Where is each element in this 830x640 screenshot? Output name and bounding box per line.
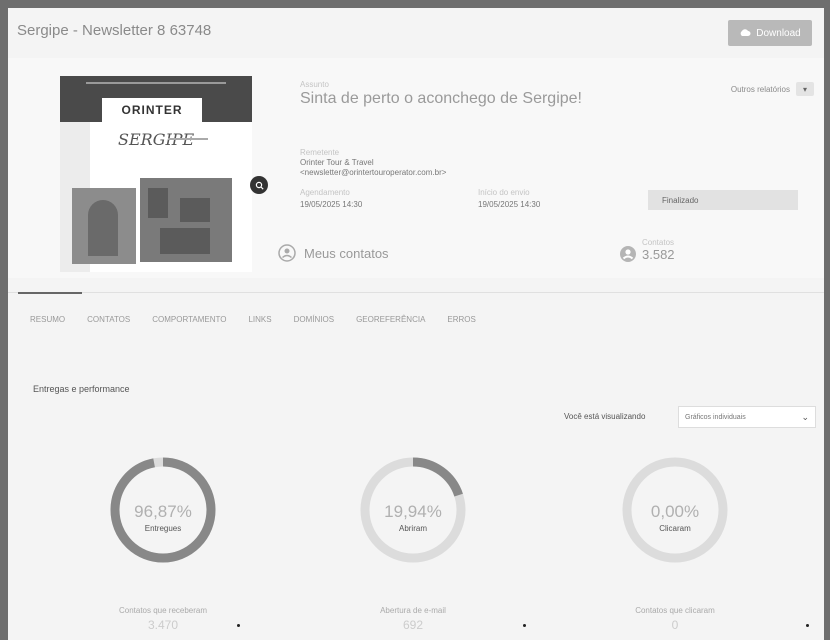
view-mode-value: Gráficos individuais (685, 413, 746, 421)
contact-list-name: Meus contatos (304, 245, 389, 261)
thumb-photo-market (140, 178, 232, 262)
recipients-count: 3.582 (620, 246, 675, 262)
page-title: Sergipe - Newsletter 8 63748 (17, 22, 212, 39)
opened-footer-value: 692 (402, 618, 424, 632)
clicked-footer-label: Contatos que clicaram (635, 606, 715, 615)
thumb-photo-church (72, 188, 136, 264)
tab-dominios[interactable]: DOMÍNIOS (294, 293, 334, 347)
clicked-footer-value: 0 (671, 618, 679, 632)
download-label: Download (756, 27, 801, 39)
metric-opened: 19,94% Abriram Abertura de e-mail 692 (343, 456, 483, 632)
sent-label: Início do envio (478, 188, 530, 197)
info-dot[interactable] (523, 624, 526, 627)
tab-links[interactable]: LINKS (248, 293, 271, 347)
sent-value: 19/05/2025 14:30 (478, 200, 541, 209)
report-page: Sergipe - Newsletter 8 63748 Download OR… (8, 8, 824, 640)
opened-footer-label: Abertura de e-mail (380, 606, 446, 615)
recipients-value: 3.582 (642, 246, 675, 262)
status-badge: Finalizado (648, 190, 798, 210)
clicked-label: Clicaram (659, 524, 691, 533)
tab-erros[interactable]: ERROS (447, 293, 475, 347)
view-mode-select[interactable]: Gráficos individuais ⌄ (678, 406, 816, 428)
thumb-tagline (168, 138, 208, 140)
zoom-preview-button[interactable] (250, 176, 268, 194)
section-title: Entregas e performance (33, 384, 130, 394)
delivered-label: Entregues (144, 524, 182, 533)
chevron-down-icon: ▾ (796, 82, 814, 96)
opened-label: Abriram (398, 524, 427, 533)
sender-label: Remetente (300, 148, 340, 157)
sender-name: Orinter Tour & Travel (300, 158, 374, 167)
thumb-header-text (86, 82, 226, 84)
scheduled-label: Agendamento (300, 188, 350, 197)
user-icon (620, 246, 636, 262)
email-subject: Sinta de perto o aconchego de Sergipe! (300, 90, 582, 107)
orinter-logo: ORINTER (102, 98, 202, 122)
subject-label: Assunto (300, 80, 329, 89)
delivered-footer-value: 3.470 (147, 618, 179, 632)
cloud-download-icon (740, 29, 751, 36)
scheduled-value: 19/05/2025 14:30 (300, 200, 363, 209)
contact-list: Meus contatos (278, 244, 389, 262)
info-dot[interactable] (806, 624, 809, 627)
opened-percent: 19,94% (384, 502, 442, 521)
clicked-percent: 0,00% (650, 502, 700, 521)
metric-clicked: 0,00% Clicaram Contatos que clicaram 0 (605, 456, 745, 632)
other-reports-dropdown[interactable]: Outros relatórios ▾ (731, 82, 814, 96)
other-reports-label: Outros relatórios (730, 84, 790, 94)
contacts-icon (278, 244, 296, 262)
metric-delivered: 96,87% Entregues Contatos que receberam … (93, 456, 233, 632)
download-button[interactable]: Download (728, 20, 812, 46)
delivered-footer-label: Contatos que receberam (118, 606, 208, 615)
tab-georeferencia[interactable]: GEOREFERÊNCIA (356, 293, 425, 347)
campaign-summary: ORINTER SERGIPE Assunto Sinta de perto o… (8, 58, 824, 278)
chevron-down-icon: ⌄ (801, 412, 809, 422)
tab-resumo[interactable]: RESUMO (17, 291, 83, 347)
newsletter-thumbnail[interactable]: ORINTER SERGIPE (60, 76, 252, 272)
view-mode-label: Você está visualizando (564, 412, 646, 421)
tab-contatos[interactable]: CONTATOS (87, 293, 130, 347)
tab-comportamento[interactable]: COMPORTAMENTO (152, 293, 226, 347)
delivered-percent: 96,87% (134, 502, 192, 521)
info-dot[interactable] (237, 624, 240, 627)
search-icon (255, 181, 264, 190)
report-tabs: RESUMO CONTATOS COMPORTAMENTO LINKS DOMÍ… (8, 291, 824, 347)
sender-email: <newsletter@orintertouroperator.com.br> (300, 168, 447, 177)
